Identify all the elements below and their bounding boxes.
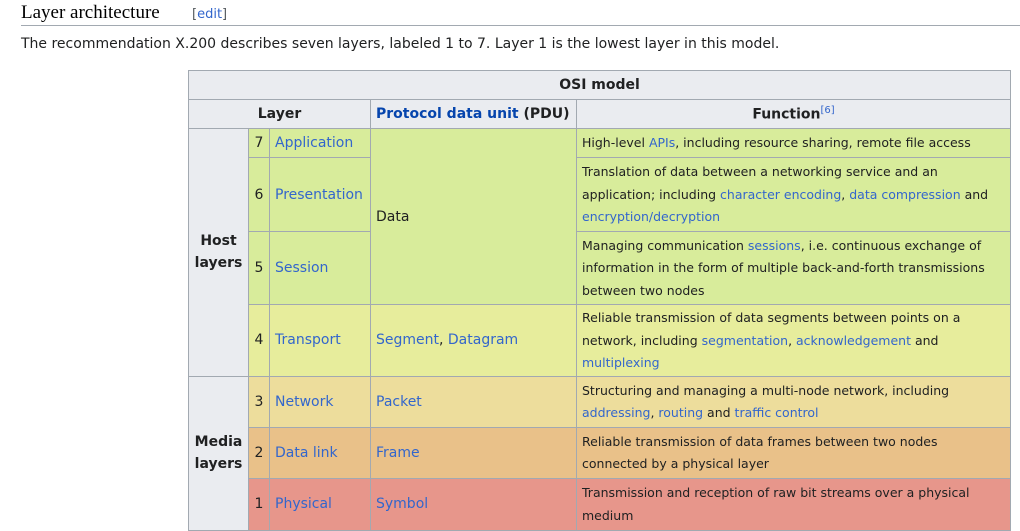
section-heading: Layer architecture [edit] (21, 0, 1020, 26)
function-cell: Reliable transmission of data frames bet… (575, 426, 1012, 479)
layer-number: 2 (248, 426, 270, 479)
pdu-cell: Frame (370, 426, 577, 479)
layer-link[interactable]: Session (275, 260, 328, 276)
function-link[interactable]: encryption/decryption (582, 209, 720, 224)
layer-number: 4 (248, 304, 270, 377)
table-row: 4 Transport Segment, Datagram Reliable t… (189, 304, 1012, 377)
function-link[interactable]: data compression (849, 187, 960, 202)
table-row: Media layers 3 Network Packet Structuring… (188, 375, 1012, 531)
layer-number: 7 (248, 128, 270, 158)
pdu-cell: Symbol (370, 477, 577, 531)
function-link[interactable]: segmentation (702, 333, 788, 348)
pdu-link[interactable]: Protocol data unit (376, 106, 519, 122)
function-link[interactable]: APIs (649, 135, 675, 150)
header-layer: Layer (188, 99, 371, 129)
pdu-link[interactable]: Datagram (448, 332, 518, 348)
function-cell: Structuring and managing a multi-node ne… (575, 375, 1012, 428)
layer-name: Network (269, 375, 371, 428)
layer-number: 1 (248, 477, 270, 531)
layer-name: Data link (269, 426, 371, 479)
function-link[interactable]: addressing (582, 405, 650, 420)
function-link[interactable]: character encoding (720, 187, 841, 202)
pdu-link[interactable]: Frame (376, 445, 420, 461)
osi-model-table: OSI model Layer Protocol data unit (PDU)… (187, 70, 1012, 531)
pdu-cell: Packet (370, 375, 577, 428)
layer-number: 5 (248, 231, 270, 305)
layer-link[interactable]: Presentation (275, 187, 363, 203)
table-row: 6 Presentation Translation of data betwe… (189, 157, 1012, 232)
function-link[interactable]: acknowledgement (796, 333, 911, 348)
pdu-text: Data (376, 208, 410, 225)
header-function: Function[6] (575, 99, 1012, 129)
layer-name: Presentation (269, 157, 371, 232)
reference-link[interactable]: [6] (821, 105, 835, 116)
function-link[interactable]: routing (658, 405, 703, 420)
header-pdu: Protocol data unit (PDU) (370, 99, 577, 129)
table-row: 5 Session Managing communication session… (189, 231, 1012, 305)
function-link[interactable]: sessions (748, 238, 801, 253)
layer-name: Application (269, 128, 371, 158)
layer-link[interactable]: Network (275, 394, 333, 410)
layer-link[interactable]: Physical (275, 496, 332, 512)
layer-number: 6 (248, 157, 270, 232)
group-host-layers: Host layers (188, 128, 249, 377)
function-link[interactable]: multiplexing (582, 355, 660, 370)
table-caption: OSI model (187, 70, 1012, 100)
pdu-link[interactable]: Segment (376, 332, 439, 348)
table-row: 1 Physical Symbol Transmission and recep… (189, 477, 1012, 531)
layer-link[interactable]: Data link (275, 445, 338, 461)
function-cell: Transmission and reception of raw bit st… (575, 477, 1012, 531)
edit-section: [edit] (192, 7, 228, 22)
function-link[interactable]: traffic control (735, 405, 819, 420)
function-cell: High-level APIs, including resource shar… (575, 128, 1012, 158)
section-title: Layer architecture (21, 2, 160, 23)
pdu-link[interactable]: Symbol (376, 496, 428, 512)
group-media-layers: Media layers (188, 375, 249, 531)
pdu-cell: Data (370, 128, 577, 305)
function-cell: Managing communication sessions, i.e. co… (575, 231, 1012, 305)
pdu-cell: Segment, Datagram (370, 304, 577, 377)
layer-link[interactable]: Application (275, 135, 353, 151)
edit-link[interactable]: edit (197, 7, 222, 22)
layer-name: Physical (269, 477, 371, 531)
intro-paragraph: The recommendation X.200 describes seven… (21, 36, 780, 52)
table-row: 2 Data link Frame Reliable transmission … (189, 426, 1012, 479)
table-row: Host layers 7 Application Data High-level… (188, 128, 1012, 377)
layer-number: 3 (248, 375, 270, 428)
function-cell: Translation of data between a networking… (575, 157, 1012, 232)
function-cell: Reliable transmission of data segments b… (575, 304, 1012, 377)
pdu-link[interactable]: Packet (376, 394, 422, 410)
layer-name: Transport (269, 304, 371, 377)
layer-name: Session (269, 231, 371, 305)
layer-link[interactable]: Transport (275, 332, 341, 348)
